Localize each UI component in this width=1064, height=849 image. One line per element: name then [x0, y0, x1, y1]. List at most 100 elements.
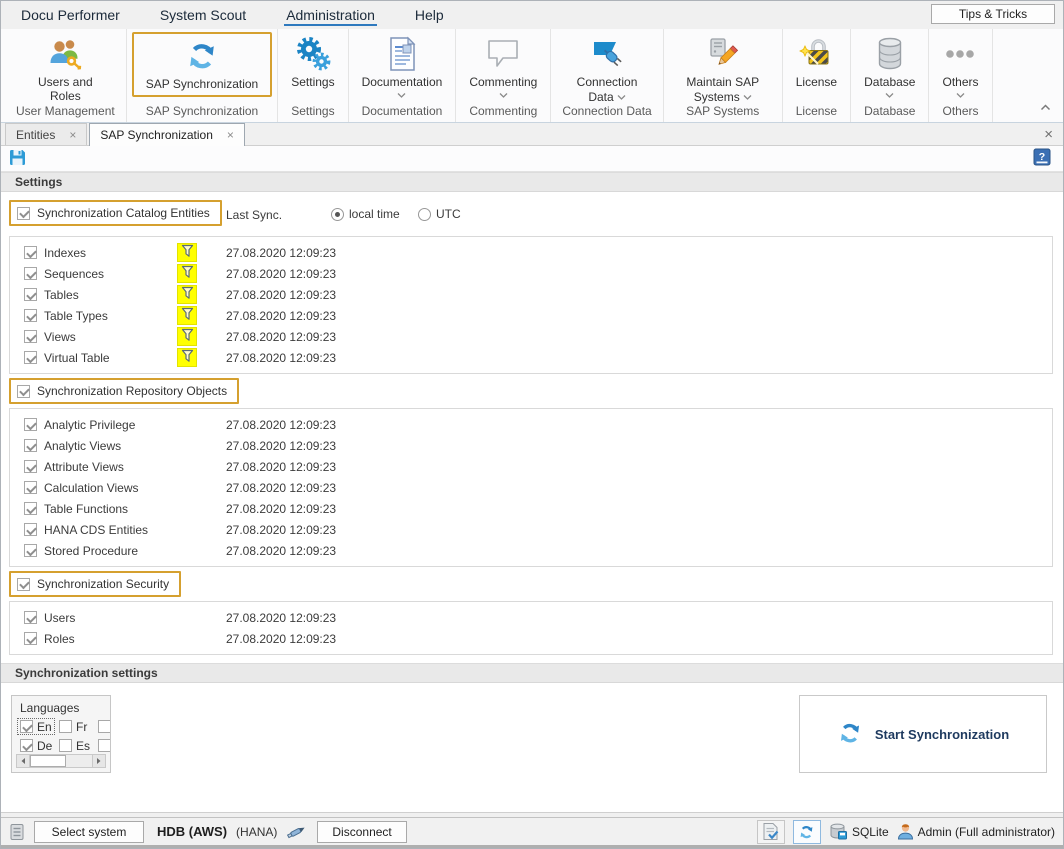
app-window: Docu Performer System Scout Administration…	[0, 0, 1064, 849]
ribbon-button-commenting[interactable]: Commenting	[461, 32, 545, 100]
scrollbar-track[interactable]	[30, 755, 92, 767]
radio-local-time-circle[interactable]	[331, 208, 344, 221]
ribbon-button-label: Documentation	[362, 75, 443, 89]
filter-button-indexes[interactable]	[177, 243, 197, 262]
menu-administration[interactable]: Administration	[284, 3, 377, 26]
sync-item-row-hana-cds-entities: HANA CDS Entities27.08.2020 12:09:23	[10, 519, 1052, 540]
ribbon-button-documentation[interactable]: Documentation	[354, 32, 451, 100]
checkbox-views[interactable]	[24, 330, 37, 343]
checkbox-users[interactable]	[24, 611, 37, 624]
ribbon-button-users-and-roles[interactable]: Users and Roles	[24, 32, 106, 105]
scrollbar-thumb[interactable]	[30, 755, 66, 767]
select-system-button[interactable]: Select system	[34, 821, 144, 843]
maintain-sap-icon	[704, 35, 742, 73]
radio-utc-circle[interactable]	[418, 208, 431, 221]
checkbox-language-fr[interactable]	[59, 720, 72, 733]
ribbon-button-settings[interactable]: Settings	[283, 32, 342, 91]
checkbox-analytic-views[interactable]	[24, 439, 37, 452]
sync-icon	[837, 720, 863, 749]
menu-items: Docu PerformerSystem ScoutAdministration…	[19, 7, 482, 23]
item-label: Table Types	[44, 309, 108, 323]
menu-system-scout[interactable]: System Scout	[158, 3, 248, 26]
filter-button-sequences[interactable]	[177, 264, 197, 283]
ribbon-group-settings: Settings Settings	[278, 29, 348, 122]
ribbon-button-maintain-sap-systems[interactable]: Maintain SAP Systems	[669, 32, 777, 106]
checkbox-calculation-views[interactable]	[24, 481, 37, 494]
ribbon-button-sap-synchronization[interactable]: SAP Synchronization	[132, 32, 273, 97]
help-button[interactable]: ?	[1033, 148, 1051, 169]
language-option-en[interactable]: En	[18, 719, 54, 734]
ribbon-group-sap-systems: Maintain SAP SystemsSAP Systems	[664, 29, 783, 122]
scroll-left-arrow[interactable]	[17, 755, 30, 767]
save-button[interactable]	[9, 149, 26, 169]
close-icon[interactable]: ×	[1044, 126, 1053, 143]
sync-item-row-users: Users27.08.2020 12:09:23	[10, 607, 1052, 628]
repository-objects-toggle[interactable]: Synchronization Repository Objects	[9, 378, 239, 404]
checkbox-language-en[interactable]	[20, 720, 33, 733]
connected-system-name: HDB (AWS)	[157, 824, 227, 839]
sync-item-row-attribute-views: Attribute Views27.08.2020 12:09:23	[10, 456, 1052, 477]
tab-sap-synchronization[interactable]: SAP Synchronization×	[89, 123, 245, 146]
radio-local-time[interactable]: local time	[331, 207, 400, 221]
checkbox-table-functions[interactable]	[24, 502, 37, 515]
commenting-icon	[485, 35, 521, 73]
language-option-cropped[interactable]	[96, 738, 111, 753]
ribbon-button-connection-data[interactable]: Connection Data	[561, 32, 653, 106]
tab-close-icon[interactable]: ×	[69, 130, 76, 140]
tips-tricks-button[interactable]: Tips & Tricks	[931, 4, 1055, 24]
checkbox-tables[interactable]	[24, 288, 37, 301]
checkbox-language-de[interactable]	[20, 739, 33, 752]
disconnect-button[interactable]: Disconnect	[317, 821, 406, 843]
users-roles-icon	[47, 35, 83, 73]
ribbon-collapse-icon[interactable]	[1040, 100, 1051, 114]
checkbox-sequences[interactable]	[24, 267, 37, 280]
ribbon-button-database[interactable]: Database	[856, 32, 923, 100]
checkbox-language-cropped[interactable]	[98, 739, 111, 752]
checkbox-analytic-privilege[interactable]	[24, 418, 37, 431]
checkbox-indexes[interactable]	[24, 246, 37, 259]
checkbox-language-es[interactable]	[59, 739, 72, 752]
checkbox-roles[interactable]	[24, 632, 37, 645]
sync-status-button[interactable]	[793, 820, 821, 844]
sync-settings-area: Languages EnFrDeEs Start Synchronization	[1, 683, 1063, 800]
radio-utc[interactable]: UTC	[418, 207, 461, 221]
catalog-entities-toggle[interactable]: Synchronization Catalog Entities	[9, 200, 222, 226]
menu-help[interactable]: Help	[413, 3, 446, 26]
security-toggle[interactable]: Synchronization Security	[9, 571, 181, 597]
start-synchronization-button[interactable]: Start Synchronization	[799, 695, 1047, 773]
filter-button-views[interactable]	[177, 327, 197, 346]
checkbox-synchronization-catalog-entities[interactable]	[17, 207, 30, 220]
checkbox-attribute-views[interactable]	[24, 460, 37, 473]
ribbon-button-label: Others	[942, 75, 978, 89]
checkbox-stored-procedure[interactable]	[24, 544, 37, 557]
language-label: De	[37, 739, 52, 753]
tab-entities[interactable]: Entities×	[5, 123, 87, 145]
checkbox-language-cropped[interactable]	[98, 720, 111, 733]
menu-docu-performer[interactable]: Docu Performer	[19, 3, 122, 26]
checkbox-virtual-table[interactable]	[24, 351, 37, 364]
tab-close-icon[interactable]: ×	[227, 130, 234, 140]
current-user-label: Admin (Full administrator)	[918, 825, 1055, 839]
scroll-right-arrow[interactable]	[92, 755, 105, 767]
ribbon-button-label: Users and Roles	[32, 75, 98, 103]
document-status-button[interactable]	[757, 820, 785, 844]
ribbon-group-label-settings: Settings	[283, 104, 342, 119]
ribbon-group-label-database: Database	[856, 104, 923, 119]
filter-button-table-types[interactable]	[177, 306, 197, 325]
checkbox-synchronization-security[interactable]	[17, 578, 30, 591]
ribbon-button-license[interactable]: License	[788, 32, 845, 91]
filter-button-virtual-table[interactable]	[177, 348, 197, 367]
language-option-de[interactable]: De	[18, 738, 54, 753]
languages-groupbox: Languages EnFrDeEs	[11, 695, 111, 773]
edit-connection-icon[interactable]	[286, 823, 308, 840]
language-option-cropped[interactable]	[96, 719, 111, 734]
ribbon-button-others[interactable]: Others	[934, 32, 986, 100]
language-option-fr[interactable]: Fr	[57, 719, 89, 734]
languages-scrollbar[interactable]	[16, 754, 106, 768]
language-option-es[interactable]: Es	[57, 738, 92, 753]
checkbox-hana-cds-entities[interactable]	[24, 523, 37, 536]
filter-button-tables[interactable]	[177, 285, 197, 304]
database-icon	[875, 35, 905, 73]
checkbox-table-types[interactable]	[24, 309, 37, 322]
checkbox-synchronization-repository-objects[interactable]	[17, 385, 30, 398]
